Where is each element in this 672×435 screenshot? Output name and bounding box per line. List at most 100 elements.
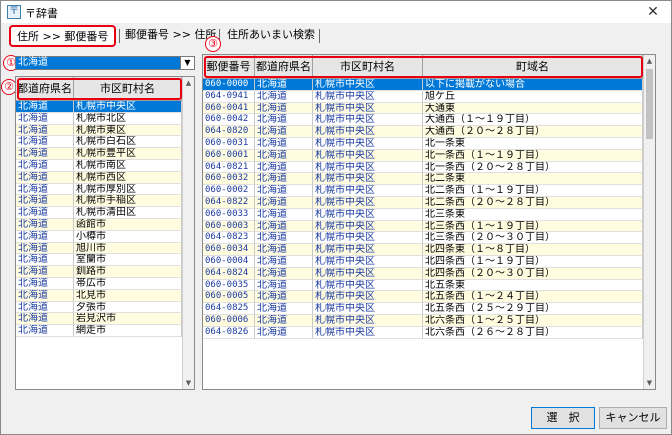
list-row[interactable]: 060-0032 北海道 札幌市中央区 北二条東 — [203, 173, 643, 186]
list-row[interactable]: 北海道 札幌市白石区 — [16, 136, 182, 149]
list-cell: 060-0034 — [203, 244, 255, 256]
list-cell: 北海道 — [16, 313, 74, 326]
list-cell: 北海道 — [255, 149, 313, 162]
left-scrollbar[interactable]: ▲ ▼ — [182, 77, 194, 389]
list-row[interactable]: 北海道 夕張市 — [16, 301, 182, 314]
list-row[interactable]: 北海道 札幌市南区 — [16, 159, 182, 172]
list-row[interactable]: 060-0006 北海道 札幌市中央区 北六条西（１〜２５丁目） — [203, 314, 643, 327]
list-cell: 札幌市厚別区 — [74, 183, 182, 196]
scroll-up-icon[interactable]: ▲ — [183, 77, 194, 89]
list-cell: 札幌市中央区 — [74, 101, 182, 113]
list-row[interactable]: 北海道 札幌市厚別区 — [16, 183, 182, 196]
list-cell: 北四条西（２０〜３０丁目） — [423, 267, 643, 280]
list-cell: 札幌市手稲区 — [74, 195, 182, 208]
list-cell: 北四条西（１〜１９丁目） — [423, 255, 643, 268]
list-row[interactable]: 北海道 旭川市 — [16, 242, 182, 255]
list-row[interactable]: 064-0941 北海道 札幌市中央区 旭ケ丘 — [203, 90, 643, 103]
list-cell: 北海道 — [16, 218, 74, 231]
list-cell: 北二条西（１〜１９丁目） — [423, 185, 643, 197]
list-row[interactable]: 北海道 小樽市 — [16, 230, 182, 243]
list-cell: 北海道 — [16, 325, 74, 337]
list-row[interactable]: 064-0826 北海道 札幌市中央区 北六条西（２６〜２８丁目） — [203, 326, 643, 339]
list-cell: 064-0821 — [203, 161, 255, 174]
list-row[interactable]: 北海道 函館市 — [16, 218, 182, 231]
tab-bar: 住所 >> 郵便番号 郵便番号 >> 住所 住所あいまい検索 — [9, 25, 669, 47]
list-cell: 以下に掲載がない場合 — [423, 79, 643, 91]
list-row[interactable]: 060-0004 北海道 札幌市中央区 北四条西（１〜１９丁目） — [203, 255, 643, 268]
list-cell: 064-0941 — [203, 90, 255, 103]
list-row[interactable]: 064-0820 北海道 札幌市中央区 大通西（２０〜２８丁目） — [203, 126, 643, 138]
scroll-up-icon[interactable]: ▲ — [644, 55, 655, 67]
header-municipality[interactable]: 市区町村名 — [74, 77, 182, 101]
prefecture-select[interactable]: 北海道 ▼ — [15, 56, 195, 70]
list-row[interactable]: 064-0825 北海道 札幌市中央区 北五条西（２５〜２９丁目） — [203, 303, 643, 315]
chevron-down-icon[interactable]: ▼ — [180, 57, 194, 69]
list-row[interactable]: 北海道 網走市 — [16, 325, 182, 337]
list-cell: 北海道 — [255, 279, 313, 292]
list-cell: 札幌市中央区 — [313, 126, 423, 138]
select-button[interactable]: 選 択 — [531, 407, 595, 429]
list-row[interactable]: 北海道 札幌市手稲区 — [16, 195, 182, 208]
list-row[interactable]: 060-0001 北海道 札幌市中央区 北一条西（１〜１９丁目） — [203, 149, 643, 162]
right-scrollbar[interactable]: ▲ ▼ — [643, 55, 655, 389]
scroll-thumb[interactable] — [646, 69, 653, 139]
list-row[interactable]: 060-0003 北海道 札幌市中央区 北三条西（１〜１９丁目） — [203, 220, 643, 233]
list-cell: 北三条西（２０〜３０丁目） — [423, 232, 643, 245]
list-row[interactable]: 060-0005 北海道 札幌市中央区 北五条西（１〜２４丁目） — [203, 291, 643, 304]
list-row[interactable]: 064-0823 北海道 札幌市中央区 北三条西（２０〜３０丁目） — [203, 232, 643, 245]
list-cell: 北六条西（２６〜２８丁目） — [423, 326, 643, 339]
close-button[interactable]: ✕ — [639, 2, 667, 22]
tab-separator — [319, 29, 320, 43]
list-row[interactable]: 060-0000 北海道 札幌市中央区 以下に掲載がない場合 — [203, 79, 643, 91]
list-row[interactable]: 060-0034 北海道 札幌市中央区 北四条東（１〜８丁目） — [203, 244, 643, 256]
list-row[interactable]: 北海道 札幌市中央区 — [16, 101, 182, 113]
municipality-list[interactable]: 都道府県名 市区町村名 北海道 札幌市中央区 北海道 札幌市北区 北海道 札幌市東区 北海道… — [15, 76, 195, 390]
list-cell: 北一条東 — [423, 137, 643, 150]
list-cell: 札幌市東区 — [74, 124, 182, 137]
list-row[interactable]: 北海道 帯広市 — [16, 277, 182, 290]
scroll-down-icon[interactable]: ▼ — [644, 377, 655, 389]
list-row[interactable]: 064-0821 北海道 札幌市中央区 北一条西（２０〜２８丁目） — [203, 161, 643, 174]
list-row[interactable]: 北海道 札幌市清田区 — [16, 207, 182, 219]
list-row[interactable]: 北海道 岩見沢市 — [16, 313, 182, 326]
postal-code-rows: 060-0000 北海道 札幌市中央区 以下に掲載がない場合 064-0941 北海道 札幌… — [203, 79, 643, 339]
list-cell: 札幌市中央区 — [313, 90, 423, 103]
list-row[interactable]: 北海道 札幌市豊平区 — [16, 148, 182, 160]
list-cell: 北海道 — [255, 326, 313, 339]
list-row[interactable]: 060-0033 北海道 札幌市中央区 北三条東 — [203, 208, 643, 221]
header-town-area[interactable]: 町域名 — [423, 55, 643, 79]
list-cell: 北海道 — [255, 137, 313, 150]
list-row[interactable]: 060-0002 北海道 札幌市中央区 北二条西（１〜１９丁目） — [203, 185, 643, 197]
list-cell: 札幌市中央区 — [313, 137, 423, 150]
list-cell: 札幌市中央区 — [313, 196, 423, 209]
list-row[interactable]: 北海道 室蘭市 — [16, 254, 182, 267]
list-row[interactable]: 北海道 札幌市北区 — [16, 112, 182, 125]
list-row[interactable]: 060-0031 北海道 札幌市中央区 北一条東 — [203, 137, 643, 150]
header-municipality[interactable]: 市区町村名 — [313, 55, 423, 79]
list-cell: 北海道 — [16, 183, 74, 196]
list-cell: 北海道 — [16, 159, 74, 172]
header-postal-code[interactable]: 郵便番号 — [203, 55, 255, 79]
list-row[interactable]: 064-0824 北海道 札幌市中央区 北四条西（２０〜３０丁目） — [203, 267, 643, 280]
list-cell: 060-0002 — [203, 185, 255, 197]
list-cell: 060-0041 — [203, 102, 255, 115]
list-row[interactable]: 北海道 札幌市西区 — [16, 171, 182, 184]
list-row[interactable]: 北海道 札幌市東区 — [16, 124, 182, 137]
scroll-down-icon[interactable]: ▼ — [183, 377, 194, 389]
header-prefecture[interactable]: 都道府県名 — [255, 55, 313, 79]
list-row[interactable]: 060-0041 北海道 札幌市中央区 大通東 — [203, 102, 643, 115]
cancel-button[interactable]: キャンセル — [599, 407, 667, 429]
list-cell: 札幌市中央区 — [313, 255, 423, 268]
list-row[interactable]: 北海道 北見市 — [16, 289, 182, 302]
list-row[interactable]: 060-0035 北海道 札幌市中央区 北五条東 — [203, 279, 643, 292]
postal-code-list[interactable]: 郵便番号 都道府県名 市区町村名 町域名 060-0000 北海道 札幌市中央区 以下… — [202, 54, 656, 390]
list-cell: 夕張市 — [74, 301, 182, 314]
tab-address-to-postal[interactable]: 住所 >> 郵便番号 — [9, 25, 117, 47]
header-prefecture[interactable]: 都道府県名 — [16, 77, 74, 101]
list-row[interactable]: 北海道 釧路市 — [16, 266, 182, 278]
title-bar: 〒 〒辞書 ✕ — [1, 1, 671, 23]
list-cell: 北海道 — [16, 277, 74, 290]
list-row[interactable]: 060-0042 北海道 札幌市中央区 大通西（１〜１９丁目） — [203, 114, 643, 127]
list-row[interactable]: 064-0822 北海道 札幌市中央区 北二条西（２０〜２８丁目） — [203, 196, 643, 209]
tab-fuzzy-address-search[interactable]: 住所あいまい検索 — [221, 25, 321, 47]
